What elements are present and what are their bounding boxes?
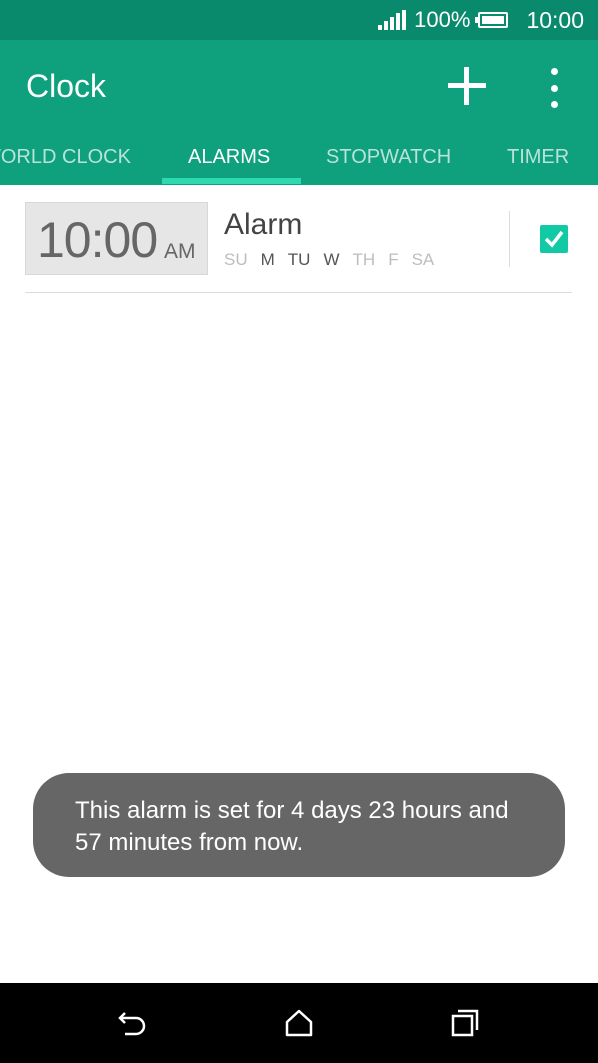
tab-world-clock[interactable]: WORLD CLOCK (0, 146, 131, 169)
status-time: 10:00 (526, 6, 584, 33)
toast-message: This alarm is set for 4 days 23 hours an… (33, 773, 565, 877)
add-icon[interactable] (444, 62, 490, 108)
alarm-ampm: AM (164, 240, 196, 263)
day-w: W (323, 250, 340, 269)
app-bar: Clock WORLD CLOCK ALARMS STOPWATCH TIMER (0, 40, 598, 185)
alarm-days: SU M TU W TH F SA (224, 250, 434, 270)
tab-timer[interactable]: TIMER (507, 146, 569, 169)
tab-indicator (162, 178, 301, 184)
tab-bar: WORLD CLOCK ALARMS STOPWATCH TIMER (0, 138, 598, 185)
nav-bar (0, 983, 598, 1063)
day-f: F (388, 250, 399, 269)
more-vertical-icon[interactable] (540, 68, 568, 108)
alarm-time-button[interactable]: 10:00 AM (25, 202, 208, 275)
tab-stopwatch[interactable]: STOPWATCH (326, 146, 451, 169)
battery-icon (475, 12, 509, 28)
day-sa: SA (411, 250, 435, 269)
alarm-list-item[interactable]: 10:00 AM Alarm SU M TU W TH F SA (25, 200, 572, 293)
home-icon[interactable] (283, 1007, 315, 1039)
day-th: TH (352, 250, 376, 269)
tab-alarms[interactable]: ALARMS (188, 146, 270, 169)
app-title: Clock (26, 68, 107, 104)
day-su: SU (224, 250, 248, 269)
day-m: M (260, 250, 275, 269)
status-bar: 100% 10:00 (0, 0, 598, 40)
recents-icon[interactable] (449, 1007, 481, 1039)
day-tu: TU (287, 250, 311, 269)
alarm-time: 10:00 (37, 212, 158, 268)
battery-percent: 100% (414, 7, 471, 32)
divider (509, 211, 510, 267)
check-icon (544, 230, 564, 248)
back-icon[interactable] (117, 1007, 149, 1039)
alarm-enabled-checkbox[interactable] (540, 225, 568, 253)
signal-icon (378, 10, 407, 30)
alarm-label: Alarm (224, 208, 303, 241)
